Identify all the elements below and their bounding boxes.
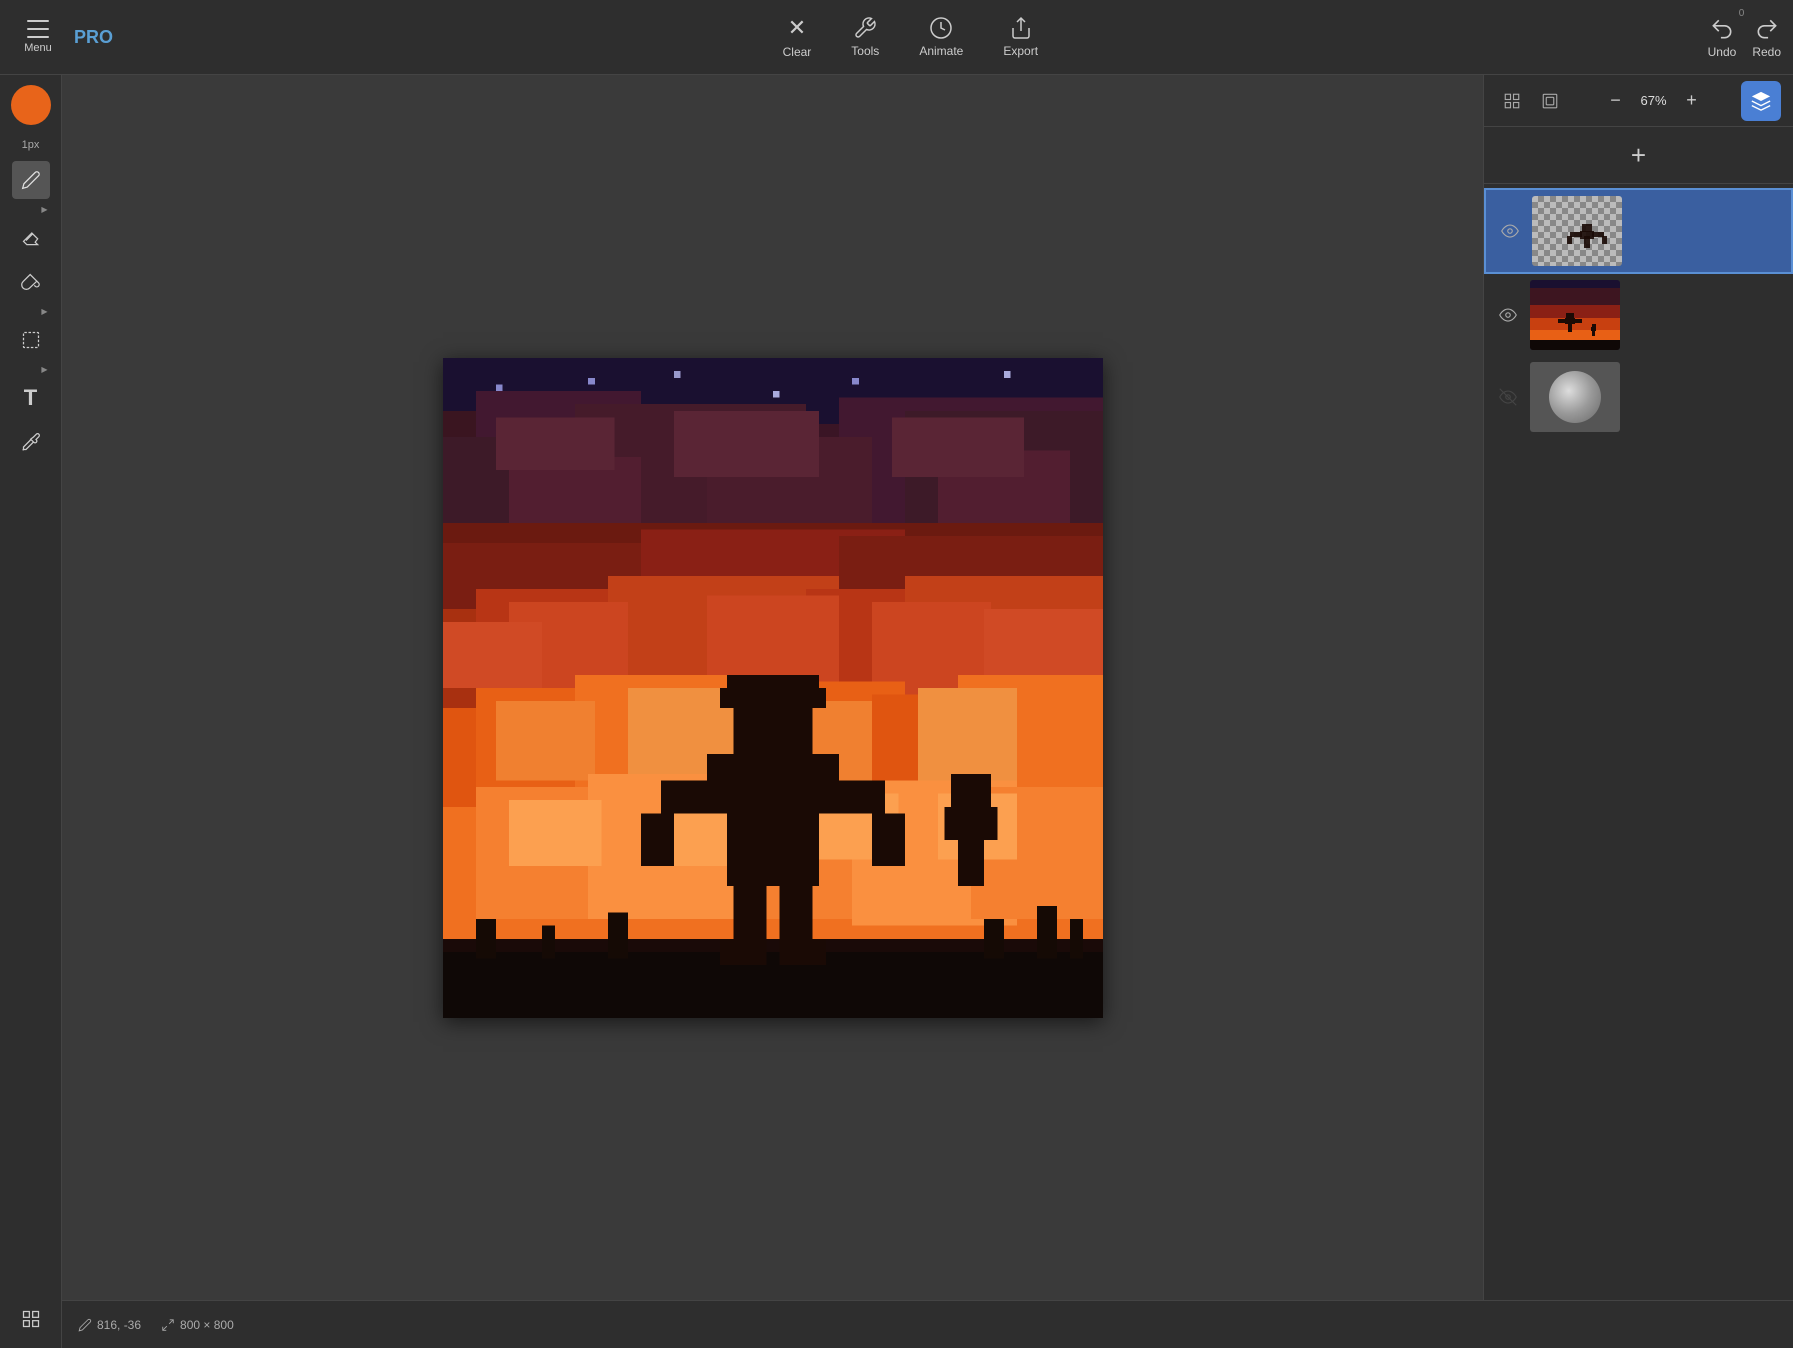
layer-item[interactable]: [1484, 356, 1793, 438]
layers-container: [1484, 184, 1793, 1300]
layer-item[interactable]: [1484, 188, 1793, 274]
zoom-out-button[interactable]: −: [1603, 88, 1629, 114]
pencil-tool[interactable]: [12, 161, 50, 199]
pixel-canvas[interactable]: [443, 358, 1103, 1018]
frame-view-button[interactable]: [1534, 85, 1566, 117]
layer-3-thumbnail: [1530, 362, 1620, 432]
menu-label: Menu: [24, 42, 52, 54]
resize-icon: [161, 1318, 175, 1332]
grid-view-button[interactable]: [1496, 85, 1528, 117]
top-actions: ✕ Clear Tools Animate Export: [783, 15, 1038, 59]
brush-size-label: 1px: [22, 139, 40, 151]
layer-2-preview: [1530, 280, 1620, 350]
export-button[interactable]: Export: [1003, 16, 1038, 58]
cursor-position: 816, -36: [78, 1318, 141, 1332]
undo-redo-group: 0 Undo Redo: [1708, 16, 1781, 59]
coordinates: 816, -36: [97, 1318, 141, 1332]
menu-icon: [27, 20, 49, 38]
animate-icon: [929, 16, 953, 40]
add-layer-icon: +: [1631, 140, 1646, 171]
canvas-dimensions: 800 × 800: [161, 1318, 234, 1332]
layer-item[interactable]: [1484, 274, 1793, 356]
layer-3-sphere: [1549, 371, 1601, 423]
eye-icon: [1499, 306, 1517, 324]
undo-badge: 0: [1739, 8, 1745, 19]
zoom-value: 67%: [1633, 93, 1675, 108]
tools-icon: [853, 16, 877, 40]
frame-view-icon: [1541, 92, 1559, 110]
redo-button[interactable]: Redo: [1752, 16, 1781, 59]
clear-button[interactable]: ✕ Clear: [783, 15, 812, 59]
layer-1-preview: [1532, 196, 1622, 266]
zoom-in-icon: +: [1686, 90, 1697, 111]
animate-label: Animate: [919, 44, 963, 58]
menu-button[interactable]: Menu: [12, 20, 64, 54]
clear-icon: ✕: [788, 15, 806, 41]
left-sidebar: 1px ▶ ▶ ▶ T: [0, 75, 62, 1348]
panel-controls: − 67% +: [1484, 75, 1793, 127]
zoom-in-button[interactable]: +: [1679, 88, 1705, 114]
text-tool[interactable]: T: [12, 379, 50, 417]
color-picker[interactable]: [11, 85, 51, 125]
eye-closed-icon: [1499, 388, 1517, 406]
eyedropper-icon: [21, 432, 41, 452]
grid-view-icon: [1503, 92, 1521, 110]
layer-2-thumbnail: [1530, 280, 1620, 350]
eye-icon: [1501, 222, 1519, 240]
layers-icon: [1750, 90, 1772, 112]
add-layer-button[interactable]: +: [1621, 137, 1657, 173]
select-icon: [21, 330, 41, 350]
zoom-controls: − 67% +: [1603, 88, 1705, 114]
layer-3-eye[interactable]: [1494, 383, 1522, 411]
canvas-area[interactable]: [62, 75, 1483, 1300]
pro-label: PRO: [74, 27, 113, 48]
layer-2-eye[interactable]: [1494, 301, 1522, 329]
canvas-size-icon: [21, 1309, 41, 1329]
redo-icon: [1754, 16, 1780, 42]
statusbar: 816, -36 800 × 800: [62, 1300, 1793, 1348]
dimensions: 800 × 800: [180, 1318, 234, 1332]
add-layer-row: +: [1484, 127, 1793, 184]
eraser-tool[interactable]: [12, 219, 50, 257]
eraser-icon: [21, 228, 41, 248]
text-icon: T: [24, 385, 37, 411]
canvas-size-tool[interactable]: [12, 1300, 50, 1338]
animate-button[interactable]: Animate: [919, 16, 963, 58]
canvas-wrapper[interactable]: [443, 358, 1103, 1018]
zoom-out-icon: −: [1610, 90, 1621, 111]
undo-button[interactable]: 0 Undo: [1708, 16, 1737, 59]
tools-button[interactable]: Tools: [851, 16, 879, 58]
tools-label: Tools: [851, 44, 879, 58]
pencil-icon: [21, 170, 41, 190]
layers-button[interactable]: [1741, 81, 1781, 121]
layer-1-thumbnail: [1532, 196, 1622, 266]
clear-label: Clear: [783, 45, 812, 59]
export-icon: [1009, 16, 1033, 40]
layer-1-eye[interactable]: [1496, 217, 1524, 245]
export-label: Export: [1003, 44, 1038, 58]
fill-tool[interactable]: [12, 263, 50, 301]
select-tool[interactable]: [12, 321, 50, 359]
topbar: Menu PRO ✕ Clear Tools Animate: [0, 0, 1793, 75]
fill-icon: [21, 272, 41, 292]
right-panel: − 67% + +: [1483, 75, 1793, 1300]
redo-label: Redo: [1752, 45, 1781, 59]
view-toggle: [1496, 85, 1566, 117]
undo-icon: [1709, 16, 1735, 42]
undo-label: Undo: [1708, 45, 1737, 59]
eyedropper-tool[interactable]: [12, 423, 50, 461]
pencil-small-icon: [78, 1318, 92, 1332]
